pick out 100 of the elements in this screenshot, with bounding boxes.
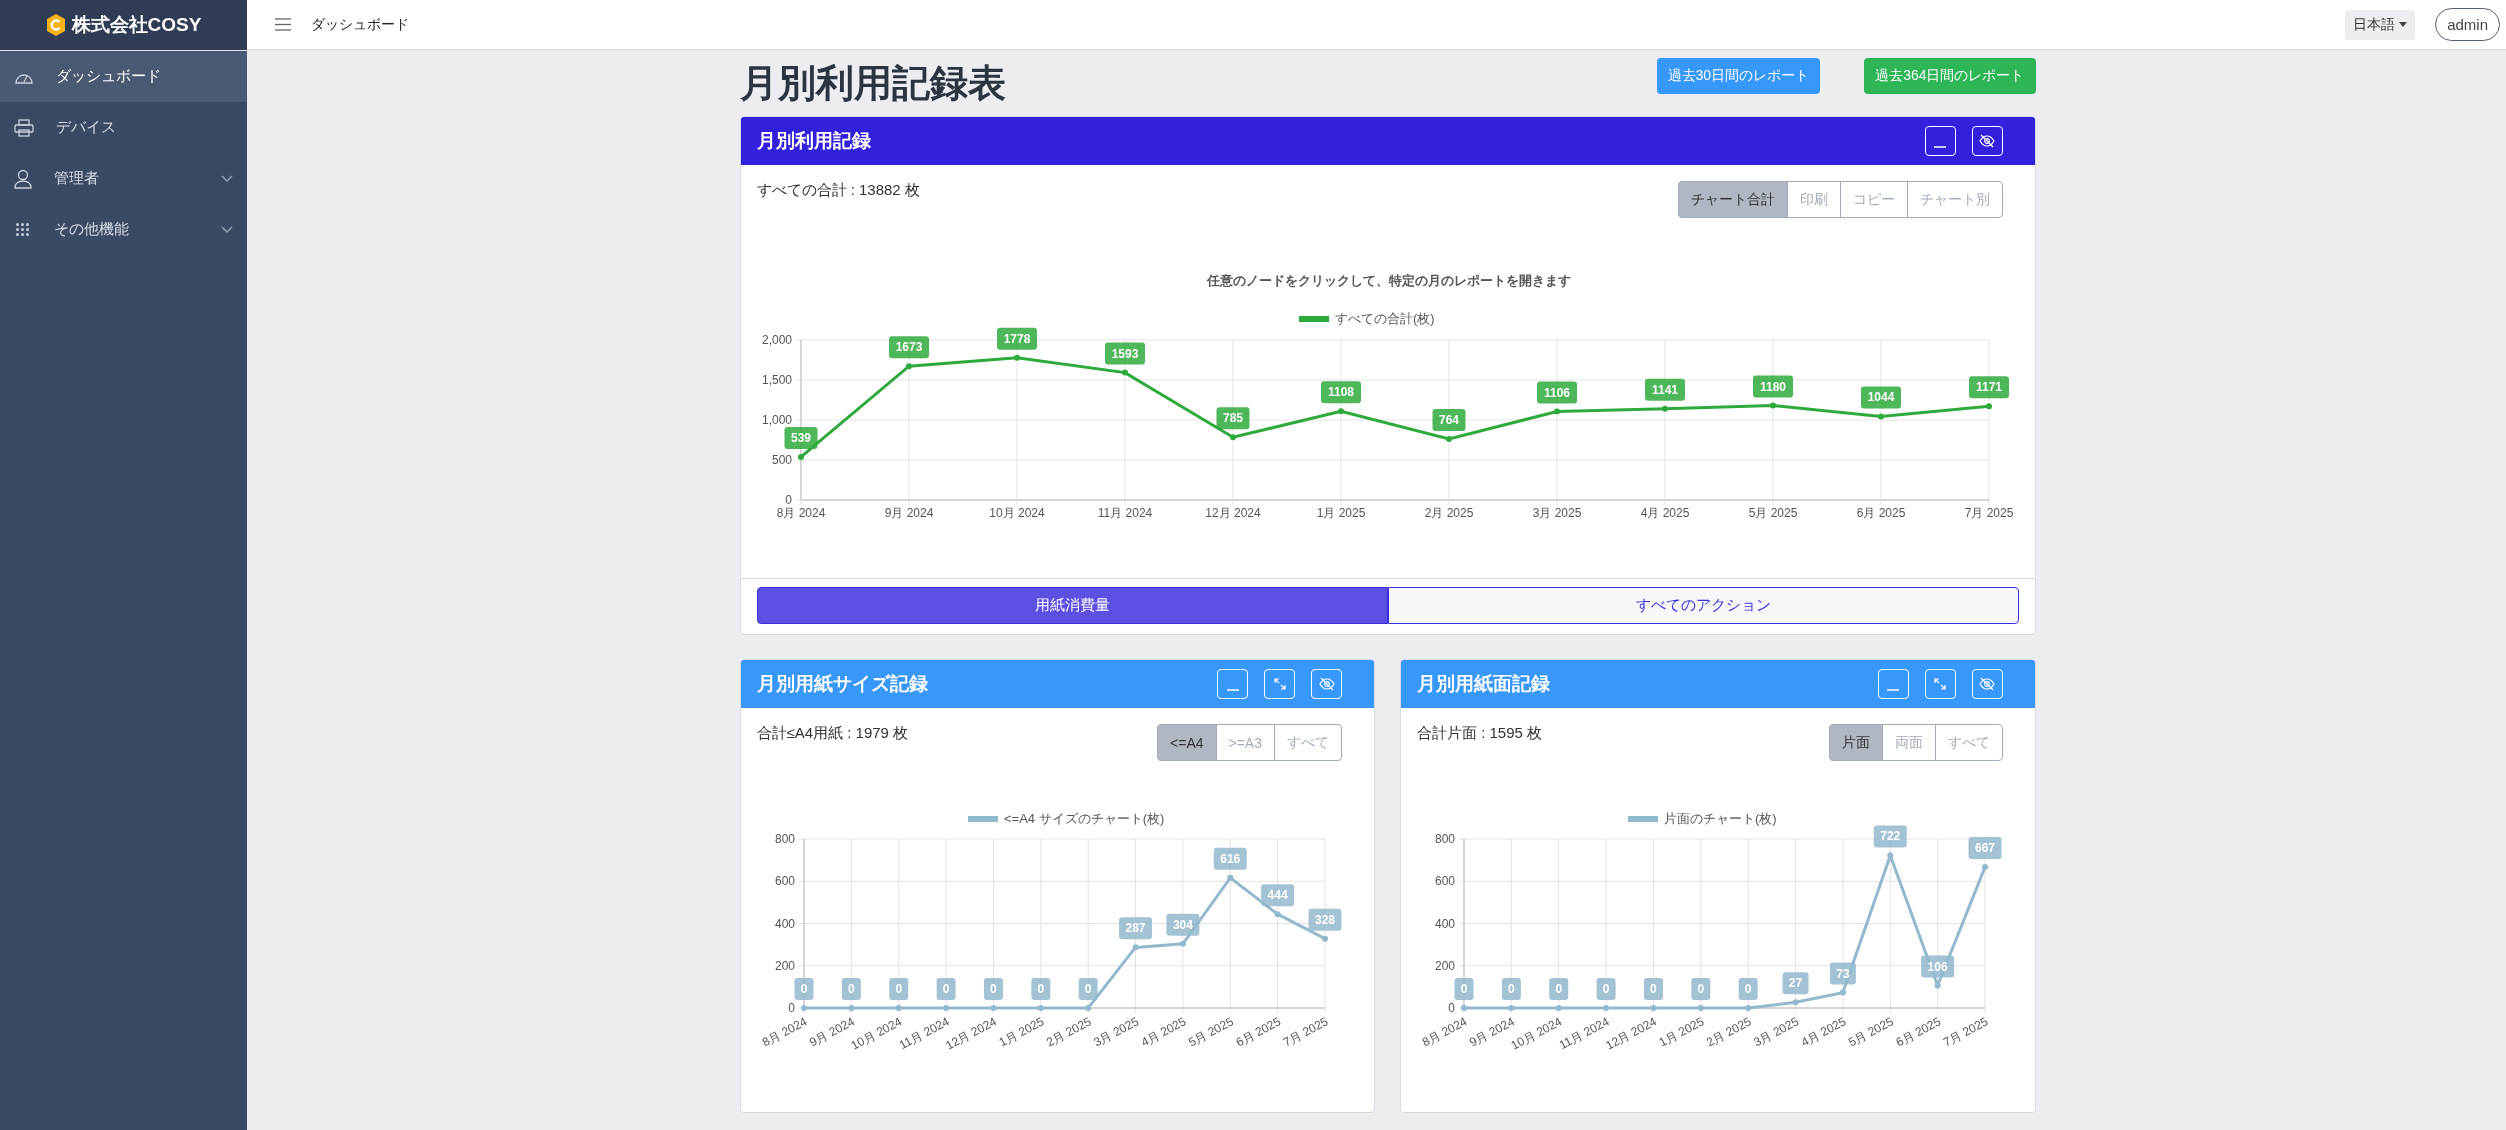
data-label: 0 (1602, 982, 1610, 996)
data-label: 0 (1744, 982, 1752, 996)
value-label: 0 (1030, 978, 1050, 1000)
data-point[interactable] (1553, 408, 1560, 415)
axis-tick-label: 600 (1434, 874, 1455, 889)
data-point[interactable] (1745, 1005, 1752, 1011)
data-point[interactable] (1121, 369, 1128, 376)
toggle-button[interactable]: チャート合計 (1677, 181, 1788, 218)
data-point[interactable] (1792, 999, 1799, 1006)
total-count: 合計片面 : 1595 枚 (1417, 724, 1543, 743)
value-label: 0 (888, 978, 908, 1000)
value-label: 73 (1829, 962, 1856, 985)
data-point[interactable] (1337, 408, 1344, 415)
axis-tick-label: 1月 2025 (1316, 506, 1365, 520)
data-point[interactable] (1985, 403, 1992, 410)
axis-tick-label: 800 (1434, 832, 1455, 846)
data-point[interactable] (905, 363, 912, 370)
data-point[interactable] (1877, 413, 1884, 420)
menu-icon[interactable] (275, 18, 291, 31)
data-point[interactable] (1661, 405, 1668, 412)
data-point[interactable] (1769, 402, 1776, 409)
data-point[interactable] (1461, 1005, 1467, 1011)
eye-slash-icon (1318, 677, 1335, 691)
data-label: 106 (1927, 959, 1948, 974)
value-label: 1171 (1968, 376, 2009, 399)
value-label: 0 (1078, 978, 1098, 1000)
data-point[interactable] (1697, 1005, 1704, 1011)
data-point[interactable] (1982, 864, 1988, 871)
data-point[interactable] (1226, 874, 1233, 881)
data-label: 0 (1036, 982, 1044, 996)
data-label: 1106 (1543, 385, 1570, 400)
data-label: 722 (1880, 829, 1901, 844)
data-label: 785 (1222, 411, 1243, 426)
data-point[interactable] (1084, 1005, 1091, 1011)
axis-tick-label: 0 (787, 1001, 795, 1015)
data-point[interactable] (797, 453, 804, 460)
data-label: 1141 (1651, 382, 1678, 397)
hide-button[interactable] (1971, 126, 2003, 156)
minimize-button[interactable] (1924, 126, 1956, 156)
axis-tick-label: 400 (1434, 916, 1455, 931)
data-label: 1171 (1975, 380, 2002, 395)
axis-tick-label: 2月 2025 (1424, 506, 1473, 520)
value-label: 328 (1308, 908, 1341, 931)
value-label: 539 (784, 426, 817, 449)
sidebar-item[interactable]: デバイス (0, 102, 247, 153)
data-label: 0 (1084, 982, 1092, 996)
data-point[interactable] (1037, 1005, 1044, 1011)
data-point[interactable] (1229, 434, 1236, 441)
data-point[interactable] (1650, 1005, 1657, 1011)
data-point[interactable] (895, 1005, 902, 1011)
data-point[interactable] (1132, 944, 1139, 951)
sidebar-item[interactable]: ダッシュボード (0, 51, 247, 102)
data-label: 1108 (1327, 385, 1354, 400)
value-label: 0 (841, 978, 861, 1000)
data-point[interactable] (1508, 1005, 1515, 1011)
minimize-icon (1934, 146, 1946, 148)
data-point[interactable] (1179, 940, 1186, 947)
data-point[interactable] (1274, 911, 1281, 918)
value-label: 1673 (888, 336, 929, 359)
tab[interactable]: すべてのアクション (1387, 587, 2019, 624)
expand-button[interactable] (1264, 669, 1295, 699)
language-dropdown[interactable]: 日本語 (2345, 9, 2416, 40)
sidebar-item[interactable]: 管理者 (0, 153, 247, 204)
data-point[interactable] (847, 1005, 854, 1011)
data-point[interactable] (1887, 852, 1894, 859)
data-label: 0 (847, 982, 855, 996)
data-point[interactable] (1321, 935, 1328, 942)
data-point[interactable] (1603, 1005, 1610, 1011)
data-point[interactable] (1445, 435, 1452, 442)
axis-tick-label: 1月 2025 (1656, 1014, 1707, 1050)
data-point[interactable] (942, 1005, 949, 1011)
expand-icon (1933, 677, 1947, 691)
axis-tick-label: 5月 2025 (1846, 1014, 1896, 1050)
data-point[interactable] (800, 1005, 807, 1011)
data-point[interactable] (989, 1005, 996, 1011)
toggle-button[interactable]: <=A4 (1157, 724, 1217, 761)
axis-tick-label: 5月 2025 (1748, 506, 1797, 520)
tab[interactable]: 用紙消費量 (756, 587, 1388, 624)
data-label: 1044 (1867, 390, 1895, 405)
data-point[interactable] (1013, 354, 1020, 361)
toggle-button[interactable]: 片面 (1828, 724, 1883, 761)
data-label: 0 (1555, 982, 1563, 996)
value-label: 1141 (1644, 378, 1685, 401)
axis-tick-label: 1,000 (761, 413, 792, 427)
data-label: 0 (989, 982, 997, 996)
data-label: 1673 (895, 340, 923, 355)
panel-title: 月別用紙サイズ記録 (756, 672, 928, 696)
axis-tick-label: 1,500 (761, 373, 792, 387)
data-point[interactable] (1934, 982, 1941, 989)
data-point[interactable] (1555, 1005, 1562, 1011)
axis-tick-label: 7月 2025 (1280, 1014, 1330, 1050)
expand-button[interactable] (1924, 669, 1956, 699)
expand-icon (1272, 677, 1287, 691)
value-label: 616 (1213, 847, 1247, 870)
axis-tick-label: 500 (771, 453, 792, 467)
data-point[interactable] (1839, 989, 1846, 996)
data-label: 0 (942, 982, 950, 996)
user-icon (14, 168, 32, 189)
sidebar-item[interactable]: その他機能 (0, 204, 247, 255)
user-button[interactable]: admin (2435, 8, 2500, 41)
